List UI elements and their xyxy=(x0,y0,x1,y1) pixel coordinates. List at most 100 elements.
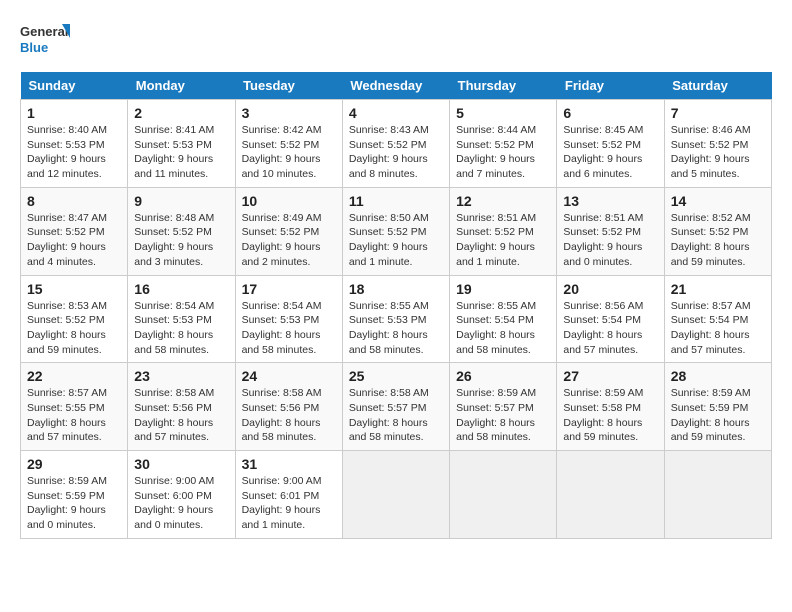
day-number: 22 xyxy=(27,368,121,384)
calendar-day: 24 Sunrise: 8:58 AM Sunset: 5:56 PM Dayli… xyxy=(235,363,342,451)
day-number: 28 xyxy=(671,368,765,384)
page-header: General Blue xyxy=(20,20,772,62)
calendar-day: 31Sunrise: 9:00 AM Sunset: 6:01 PM Dayli… xyxy=(235,451,342,539)
day-number: 3 xyxy=(242,105,336,121)
day-number: 6 xyxy=(563,105,657,121)
calendar-day: 28 Sunrise: 8:59 AM Sunset: 5:59 PM Dayli… xyxy=(664,363,771,451)
day-number: 21 xyxy=(671,281,765,297)
weekday-header: Friday xyxy=(557,72,664,100)
day-number: 5 xyxy=(456,105,550,121)
day-number: 11 xyxy=(349,193,443,209)
calendar-day xyxy=(342,451,449,539)
calendar-day: 27 Sunrise: 8:59 AM Sunset: 5:58 PM Dayli… xyxy=(557,363,664,451)
day-info: Sunrise: 8:58 AM Sunset: 5:56 PM Dayligh… xyxy=(242,386,336,445)
day-info: Sunrise: 8:59 AM Sunset: 5:58 PM Dayligh… xyxy=(563,386,657,445)
calendar-day: 25 Sunrise: 8:58 AM Sunset: 5:57 PM Dayli… xyxy=(342,363,449,451)
day-number: 29 xyxy=(27,456,121,472)
calendar-day: 22 Sunrise: 8:57 AM Sunset: 5:55 PM Dayli… xyxy=(21,363,128,451)
calendar-day: 3 Sunrise: 8:42 AM Sunset: 5:52 PM Daylig… xyxy=(235,100,342,188)
day-info: Sunrise: 8:47 AM Sunset: 5:52 PM Dayligh… xyxy=(27,211,121,270)
calendar-day: 19 Sunrise: 8:55 AM Sunset: 5:54 PM Dayli… xyxy=(450,275,557,363)
day-info: Sunrise: 8:55 AM Sunset: 5:54 PM Dayligh… xyxy=(456,299,550,358)
calendar-day: 9 Sunrise: 8:48 AM Sunset: 5:52 PM Daylig… xyxy=(128,187,235,275)
calendar-day: 17 Sunrise: 8:54 AM Sunset: 5:53 PM Dayli… xyxy=(235,275,342,363)
svg-text:Blue: Blue xyxy=(20,40,48,55)
day-info: Sunrise: 8:44 AM Sunset: 5:52 PM Dayligh… xyxy=(456,123,550,182)
day-number: 19 xyxy=(456,281,550,297)
day-info: Sunrise: 8:58 AM Sunset: 5:56 PM Dayligh… xyxy=(134,386,228,445)
day-number: 4 xyxy=(349,105,443,121)
day-info: Sunrise: 8:50 AM Sunset: 5:52 PM Dayligh… xyxy=(349,211,443,270)
day-number: 20 xyxy=(563,281,657,297)
day-info: Sunrise: 8:57 AM Sunset: 5:55 PM Dayligh… xyxy=(27,386,121,445)
calendar-day: 20 Sunrise: 8:56 AM Sunset: 5:54 PM Dayli… xyxy=(557,275,664,363)
calendar-table: SundayMondayTuesdayWednesdayThursdayFrid… xyxy=(20,72,772,539)
day-info: Sunrise: 8:45 AM Sunset: 5:52 PM Dayligh… xyxy=(563,123,657,182)
calendar-day: 10 Sunrise: 8:49 AM Sunset: 5:52 PM Dayli… xyxy=(235,187,342,275)
day-number: 13 xyxy=(563,193,657,209)
calendar-week: 15 Sunrise: 8:53 AM Sunset: 5:52 PM Dayli… xyxy=(21,275,772,363)
calendar-day xyxy=(664,451,771,539)
weekday-header: Tuesday xyxy=(235,72,342,100)
day-number: 23 xyxy=(134,368,228,384)
day-info: Sunrise: 8:54 AM Sunset: 5:53 PM Dayligh… xyxy=(242,299,336,358)
calendar-day xyxy=(557,451,664,539)
day-number: 24 xyxy=(242,368,336,384)
calendar-day: 5 Sunrise: 8:44 AM Sunset: 5:52 PM Daylig… xyxy=(450,100,557,188)
day-number: 25 xyxy=(349,368,443,384)
calendar-week: 1Sunrise: 8:40 AM Sunset: 5:53 PM Daylig… xyxy=(21,100,772,188)
calendar-day: 16 Sunrise: 8:54 AM Sunset: 5:53 PM Dayli… xyxy=(128,275,235,363)
day-number: 18 xyxy=(349,281,443,297)
day-info: Sunrise: 9:00 AM Sunset: 6:00 PM Dayligh… xyxy=(134,474,228,533)
logo: General Blue xyxy=(20,20,70,62)
day-info: Sunrise: 8:51 AM Sunset: 5:52 PM Dayligh… xyxy=(563,211,657,270)
weekday-header: Wednesday xyxy=(342,72,449,100)
day-info: Sunrise: 8:52 AM Sunset: 5:52 PM Dayligh… xyxy=(671,211,765,270)
day-number: 8 xyxy=(27,193,121,209)
calendar-week: 8 Sunrise: 8:47 AM Sunset: 5:52 PM Daylig… xyxy=(21,187,772,275)
calendar-day: 13 Sunrise: 8:51 AM Sunset: 5:52 PM Dayli… xyxy=(557,187,664,275)
day-info: Sunrise: 9:00 AM Sunset: 6:01 PM Dayligh… xyxy=(242,474,336,533)
day-info: Sunrise: 8:42 AM Sunset: 5:52 PM Dayligh… xyxy=(242,123,336,182)
day-number: 10 xyxy=(242,193,336,209)
calendar-day: 23 Sunrise: 8:58 AM Sunset: 5:56 PM Dayli… xyxy=(128,363,235,451)
day-info: Sunrise: 8:56 AM Sunset: 5:54 PM Dayligh… xyxy=(563,299,657,358)
calendar-day xyxy=(450,451,557,539)
day-info: Sunrise: 8:59 AM Sunset: 5:59 PM Dayligh… xyxy=(671,386,765,445)
calendar-day: 2Sunrise: 8:41 AM Sunset: 5:53 PM Daylig… xyxy=(128,100,235,188)
day-number: 9 xyxy=(134,193,228,209)
logo-svg: General Blue xyxy=(20,20,70,62)
day-number: 14 xyxy=(671,193,765,209)
calendar-day: 29Sunrise: 8:59 AM Sunset: 5:59 PM Dayli… xyxy=(21,451,128,539)
calendar-day: 6 Sunrise: 8:45 AM Sunset: 5:52 PM Daylig… xyxy=(557,100,664,188)
day-info: Sunrise: 8:49 AM Sunset: 5:52 PM Dayligh… xyxy=(242,211,336,270)
weekday-header: Thursday xyxy=(450,72,557,100)
day-number: 27 xyxy=(563,368,657,384)
weekday-header: Saturday xyxy=(664,72,771,100)
calendar-day: 4Sunrise: 8:43 AM Sunset: 5:52 PM Daylig… xyxy=(342,100,449,188)
weekday-header-row: SundayMondayTuesdayWednesdayThursdayFrid… xyxy=(21,72,772,100)
calendar-day: 12Sunrise: 8:51 AM Sunset: 5:52 PM Dayli… xyxy=(450,187,557,275)
day-number: 17 xyxy=(242,281,336,297)
day-info: Sunrise: 8:54 AM Sunset: 5:53 PM Dayligh… xyxy=(134,299,228,358)
calendar-day: 18 Sunrise: 8:55 AM Sunset: 5:53 PM Dayli… xyxy=(342,275,449,363)
calendar-week: 22 Sunrise: 8:57 AM Sunset: 5:55 PM Dayli… xyxy=(21,363,772,451)
day-info: Sunrise: 8:55 AM Sunset: 5:53 PM Dayligh… xyxy=(349,299,443,358)
day-number: 16 xyxy=(134,281,228,297)
day-number: 15 xyxy=(27,281,121,297)
svg-text:General: General xyxy=(20,24,68,39)
day-number: 7 xyxy=(671,105,765,121)
calendar-day: 30Sunrise: 9:00 AM Sunset: 6:00 PM Dayli… xyxy=(128,451,235,539)
calendar-day: 26Sunrise: 8:59 AM Sunset: 5:57 PM Dayli… xyxy=(450,363,557,451)
day-info: Sunrise: 8:53 AM Sunset: 5:52 PM Dayligh… xyxy=(27,299,121,358)
calendar-day: 7 Sunrise: 8:46 AM Sunset: 5:52 PM Daylig… xyxy=(664,100,771,188)
calendar-day: 14 Sunrise: 8:52 AM Sunset: 5:52 PM Dayli… xyxy=(664,187,771,275)
day-info: Sunrise: 8:46 AM Sunset: 5:52 PM Dayligh… xyxy=(671,123,765,182)
day-info: Sunrise: 8:48 AM Sunset: 5:52 PM Dayligh… xyxy=(134,211,228,270)
calendar-week: 29Sunrise: 8:59 AM Sunset: 5:59 PM Dayli… xyxy=(21,451,772,539)
calendar-day: 8 Sunrise: 8:47 AM Sunset: 5:52 PM Daylig… xyxy=(21,187,128,275)
day-info: Sunrise: 8:58 AM Sunset: 5:57 PM Dayligh… xyxy=(349,386,443,445)
day-info: Sunrise: 8:51 AM Sunset: 5:52 PM Dayligh… xyxy=(456,211,550,270)
calendar-day: 11 Sunrise: 8:50 AM Sunset: 5:52 PM Dayli… xyxy=(342,187,449,275)
calendar-day: 1Sunrise: 8:40 AM Sunset: 5:53 PM Daylig… xyxy=(21,100,128,188)
